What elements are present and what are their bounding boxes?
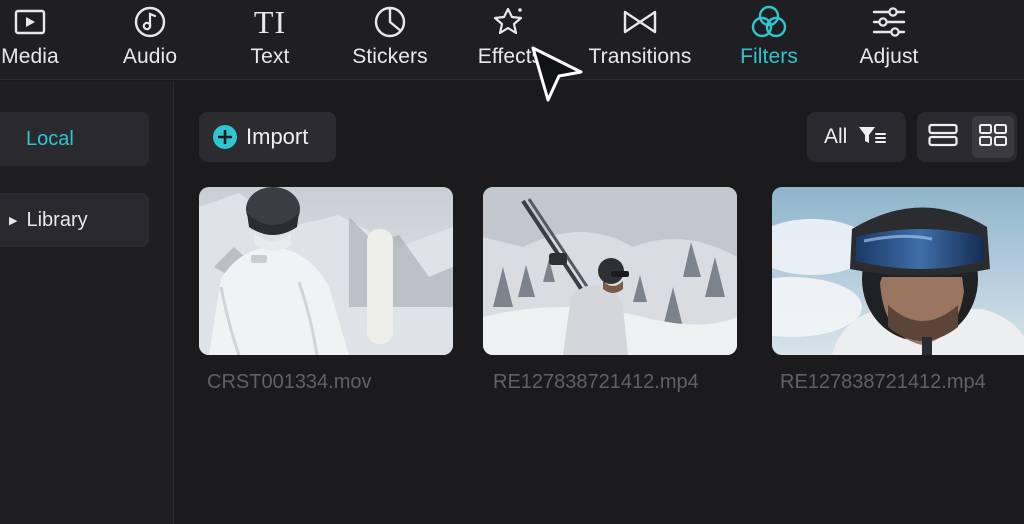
- media-filename: CRST001334.mov: [207, 371, 372, 393]
- filter-dropdown[interactable]: All: [807, 112, 906, 162]
- tab-text-label: Text: [250, 45, 290, 68]
- tab-transitions[interactable]: Transitions: [580, 0, 700, 80]
- adjust-icon: [871, 0, 907, 44]
- transitions-icon: [621, 0, 659, 44]
- tab-filters[interactable]: Filters: [709, 0, 829, 80]
- tab-stickers-label: Stickers: [352, 45, 428, 68]
- media-filename: RE127838721412.mp4: [493, 371, 699, 393]
- grid-view-icon: [978, 123, 1008, 152]
- editor-window: Media Audio TI Text Stickers Effects Tra…: [0, 0, 1024, 524]
- import-button[interactable]: Import: [199, 112, 336, 162]
- tab-audio-label: Audio: [122, 45, 178, 68]
- sidebar-item-local[interactable]: Local: [0, 112, 149, 166]
- tab-transitions-label: Transitions: [588, 45, 692, 68]
- media-thumbnail[interactable]: [199, 187, 453, 355]
- tab-stickers[interactable]: Stickers: [330, 0, 450, 80]
- audio-icon: [133, 0, 167, 44]
- filter-dropdown-label: All: [824, 125, 848, 148]
- media-thumbnail[interactable]: [483, 187, 737, 355]
- tab-text[interactable]: TI Text: [210, 0, 330, 80]
- effects-icon: [493, 0, 527, 44]
- text-icon: TI: [254, 0, 286, 44]
- filters-icon: [750, 0, 788, 44]
- tab-filters-label: Filters: [740, 45, 798, 68]
- top-toolbar: Media Audio TI Text Stickers Effects Tra…: [0, 0, 1024, 80]
- sidebar: Local ▶ Library: [0, 81, 174, 524]
- plus-icon: [213, 125, 237, 149]
- media-panel: Import All CRST001334.mov RE127838721412…: [175, 81, 1024, 524]
- list-view-button[interactable]: [922, 116, 964, 158]
- text-icon-glyph: TI: [253, 4, 287, 40]
- tab-audio[interactable]: Audio: [90, 0, 210, 80]
- list-view-icon: [928, 123, 958, 152]
- import-button-label: Import: [246, 124, 309, 149]
- grid-view-button[interactable]: [972, 116, 1014, 158]
- mouse-cursor-icon: [529, 44, 585, 109]
- media-icon: [13, 0, 47, 44]
- stickers-icon: [373, 0, 407, 44]
- tab-media-label: Media: [1, 45, 59, 68]
- view-mode-toggle: [917, 112, 1017, 162]
- tab-media[interactable]: Media: [0, 0, 90, 80]
- sidebar-item-library-label: Library: [26, 208, 88, 231]
- media-filename: RE127838721412.mp4: [780, 371, 986, 393]
- media-thumbnail[interactable]: [772, 187, 1024, 355]
- filter-icon: [857, 124, 887, 151]
- expand-caret-icon: ▶: [9, 214, 18, 227]
- tab-adjust[interactable]: Adjust: [829, 0, 949, 80]
- sidebar-item-local-label: Local: [26, 127, 74, 150]
- tab-adjust-label: Adjust: [859, 45, 919, 68]
- sidebar-item-library[interactable]: ▶ Library: [0, 193, 149, 247]
